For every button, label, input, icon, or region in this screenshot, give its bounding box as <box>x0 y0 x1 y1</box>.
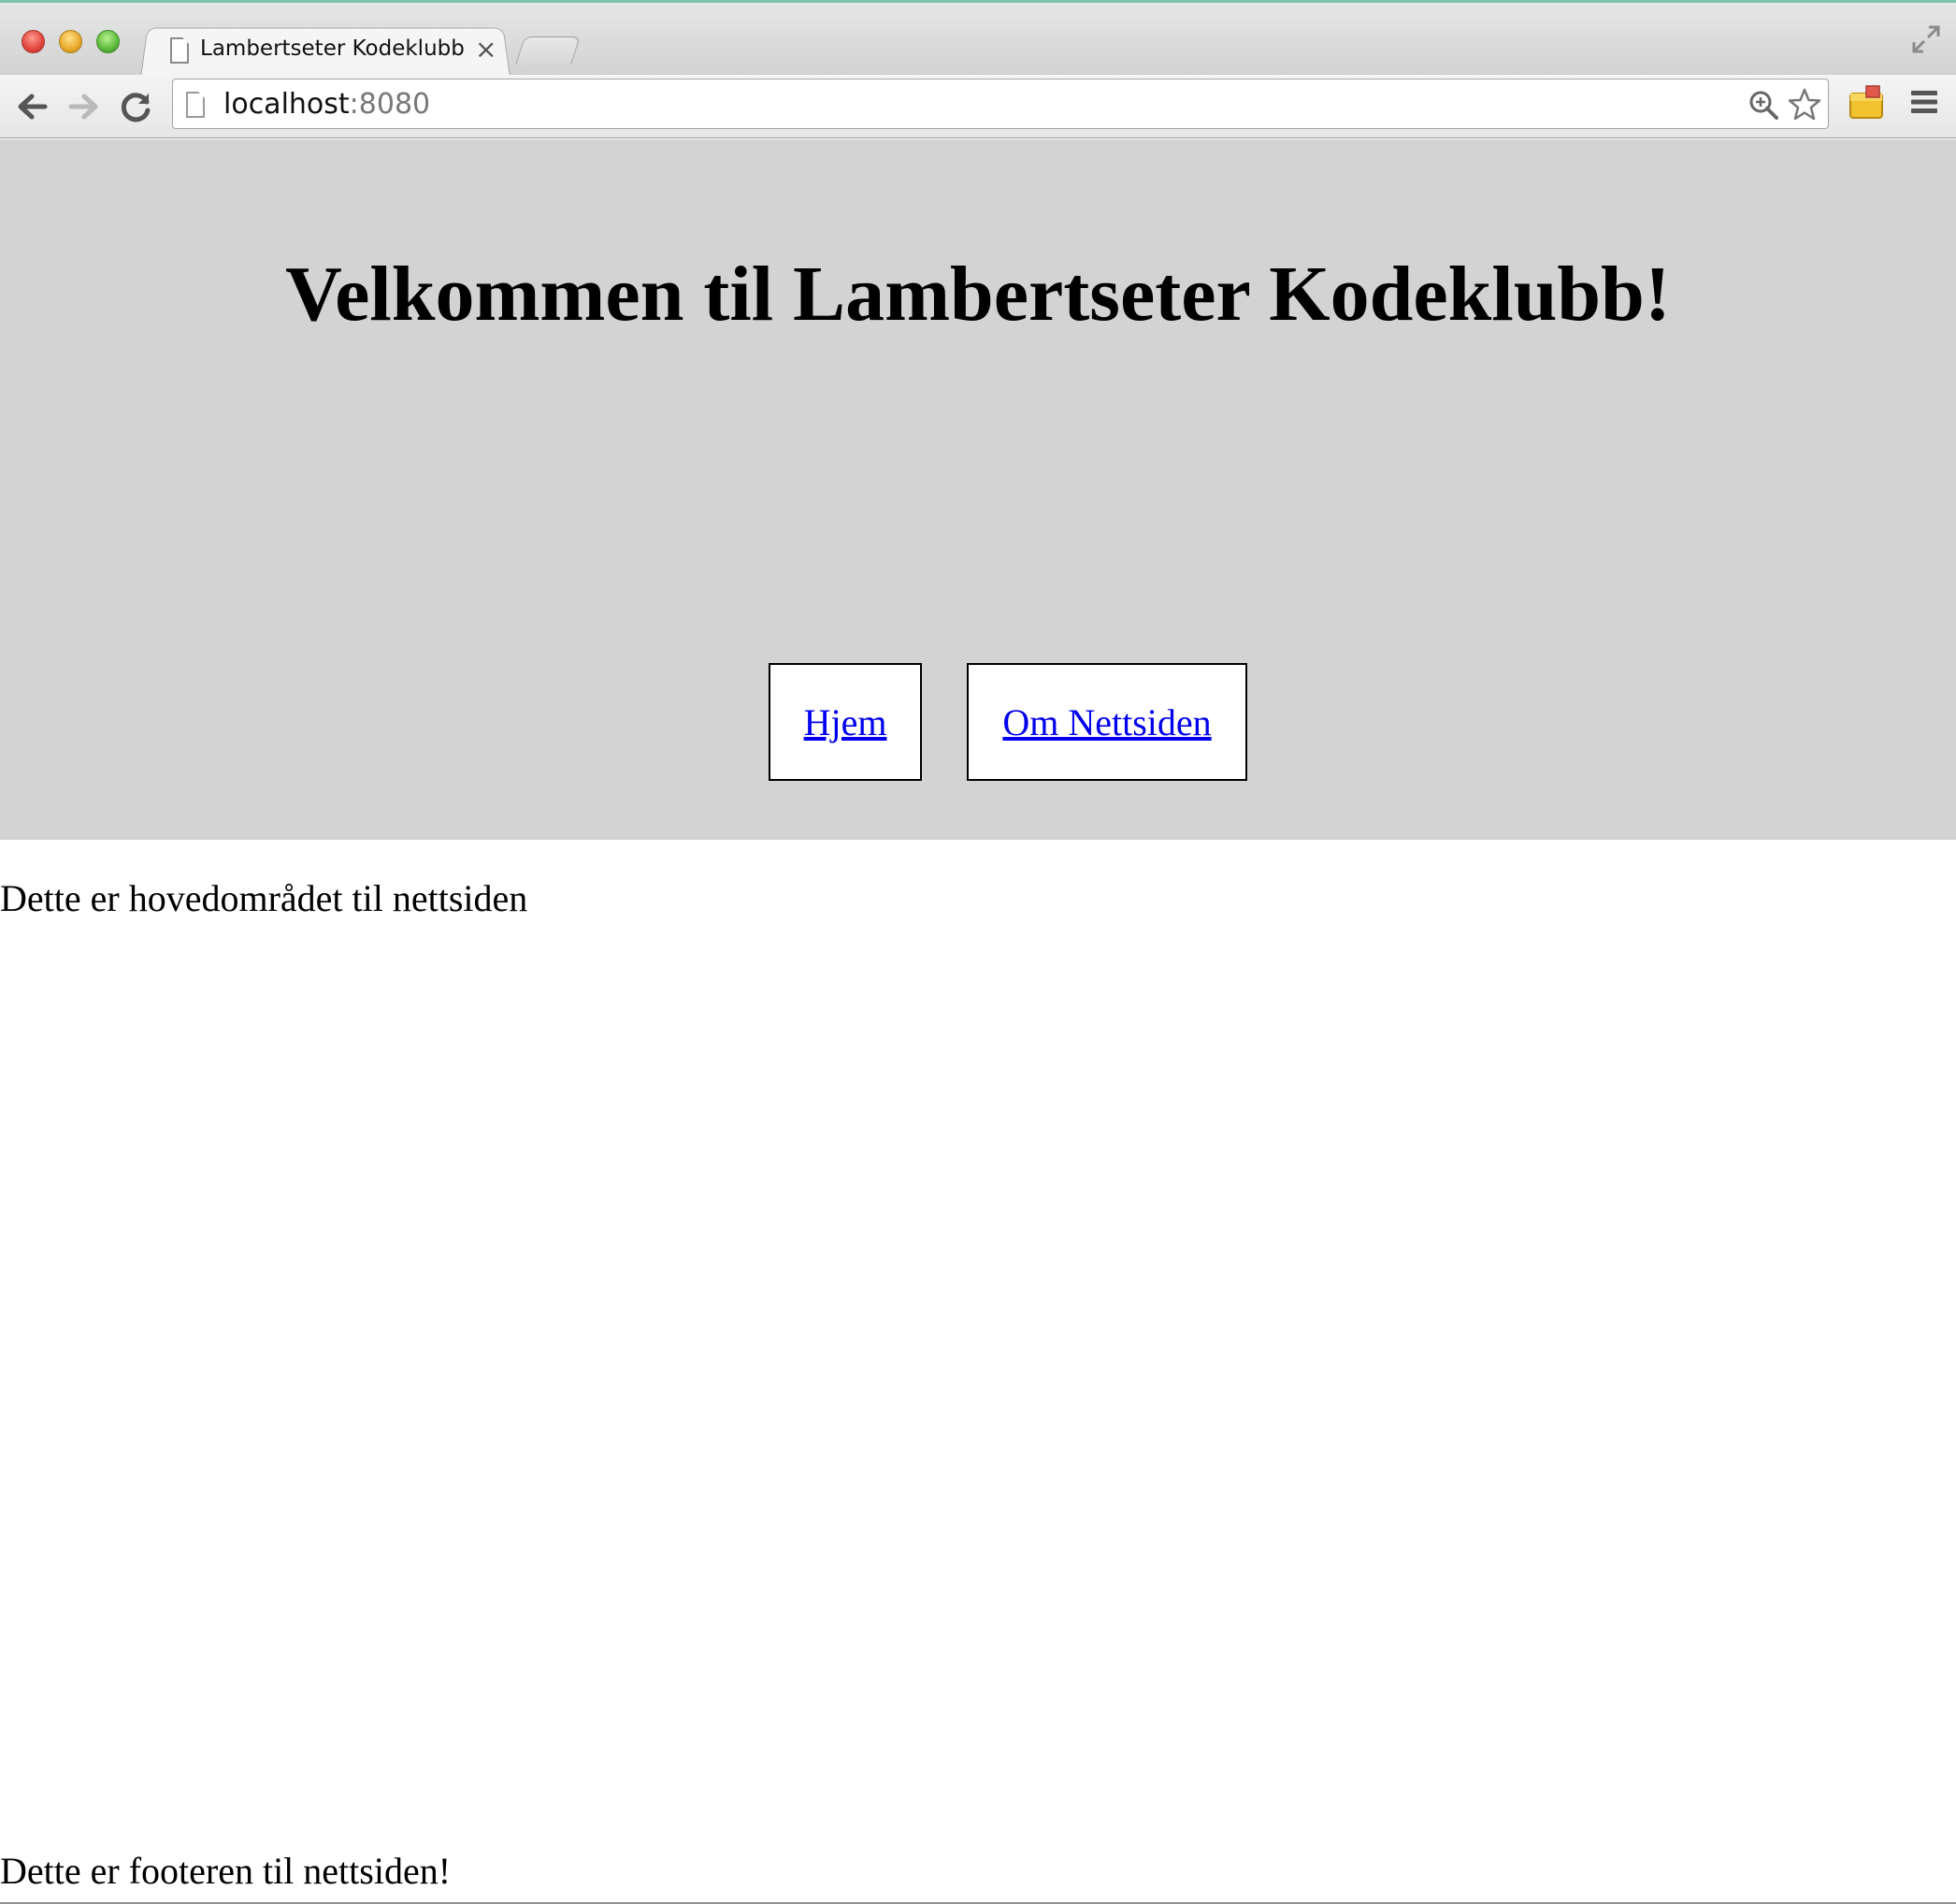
window-zoom-button[interactable] <box>96 30 120 53</box>
page-viewport: Velkommen til Lambertseter Kodeklubb! Hj… <box>0 139 1956 1904</box>
url-host: localhost <box>223 88 350 121</box>
footer-text: Dette er footeren til nettsiden! <box>0 1850 452 1892</box>
address-bar[interactable]: localhost:8080 <box>172 79 1829 129</box>
fullscreen-icon[interactable] <box>1910 23 1942 55</box>
page-icon <box>170 37 189 64</box>
url-text[interactable]: localhost:8080 <box>223 88 430 121</box>
tab-title: Lambertseter Kodeklubb <box>200 36 465 61</box>
tab-strip: Lambertseter Kodeklubb × <box>0 3 1956 79</box>
nav-item-home: Hjem <box>769 663 922 781</box>
browser-toolbar: localhost:8080 <box>0 75 1956 138</box>
extension-icon[interactable] <box>1848 84 1885 122</box>
window-minimize-button[interactable] <box>59 30 82 53</box>
tab-close-icon[interactable]: × <box>475 34 496 65</box>
about-link[interactable]: Om Nettsiden <box>1002 700 1211 744</box>
page-title: Velkommen til Lambertseter Kodeklubb! <box>285 251 1671 338</box>
reload-icon[interactable] <box>118 88 155 125</box>
nav-item-about: Om Nettsiden <box>967 663 1247 781</box>
back-icon[interactable] <box>13 88 50 125</box>
main-content-text: Dette er hovedområdet til nettsiden <box>0 877 528 919</box>
active-tab[interactable]: Lambertseter Kodeklubb × <box>140 25 511 78</box>
forward-icon[interactable] <box>65 88 103 125</box>
url-port: :8080 <box>349 88 431 121</box>
window-close-button[interactable] <box>22 30 45 53</box>
new-tab-button[interactable] <box>515 36 581 65</box>
site-header: Velkommen til Lambertseter Kodeklubb! Hj… <box>0 139 1956 840</box>
home-link[interactable]: Hjem <box>804 700 887 744</box>
zoom-icon[interactable] <box>1747 89 1779 121</box>
menu-icon[interactable] <box>1909 88 1939 116</box>
star-icon[interactable] <box>1787 87 1822 123</box>
page-icon <box>186 92 205 118</box>
